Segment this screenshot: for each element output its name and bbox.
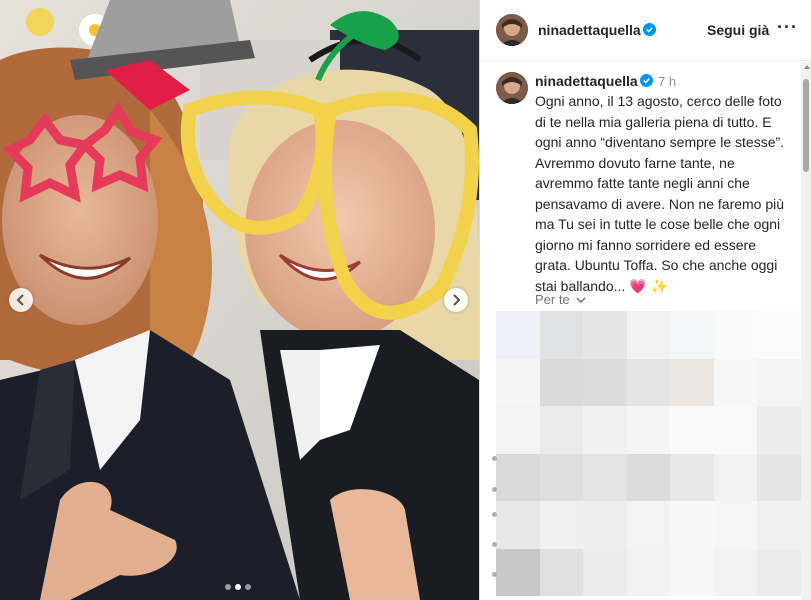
more-horizontal-icon[interactable]: ··· (777, 17, 798, 38)
pixelated-comments-area (496, 311, 801, 596)
list-marker (492, 512, 497, 517)
verified-badge-icon (643, 23, 656, 36)
caption-body: Ogni anno, il 13 agosto, cerco delle fot… (535, 93, 785, 294)
avatar-image (496, 14, 528, 46)
caption-emoji: 💗 ✨ (629, 277, 668, 294)
previous-photo-button[interactable] (9, 288, 33, 312)
avatar[interactable] (496, 14, 528, 46)
next-photo-button[interactable] (444, 288, 468, 312)
post-photo-illustration (0, 0, 479, 600)
list-marker (492, 542, 497, 547)
carousel-dot-active (235, 584, 241, 590)
post-photo[interactable] (0, 0, 479, 600)
scroll-up-arrow-icon[interactable] (804, 65, 810, 69)
scrollbar-thumb[interactable] (803, 79, 809, 172)
per-te-link[interactable]: Per te (535, 292, 586, 307)
verified-badge-icon (640, 74, 653, 87)
carousel-dot (245, 584, 251, 590)
list-marker (492, 487, 497, 492)
chevron-down-icon (576, 297, 586, 304)
chevron-right-icon (453, 294, 461, 306)
post-header: ninadettaquella Segui già ··· (480, 0, 811, 61)
caption-text: Ogni anno, il 13 agosto, cerco delle fot… (535, 91, 791, 296)
caption-username[interactable]: ninadettaquella (535, 73, 638, 89)
per-te-label: Per te (535, 292, 570, 307)
carousel-indicator (225, 577, 255, 595)
list-marker (492, 572, 497, 577)
chevron-left-icon (16, 294, 24, 306)
following-button[interactable]: Segui già (707, 22, 769, 38)
avatar-image (496, 72, 528, 104)
caption-avatar[interactable] (496, 72, 528, 104)
list-marker (492, 456, 497, 461)
post-time[interactable]: 7 h (658, 74, 676, 89)
carousel-dot (225, 584, 231, 590)
header-username[interactable]: ninadettaquella (538, 22, 641, 38)
